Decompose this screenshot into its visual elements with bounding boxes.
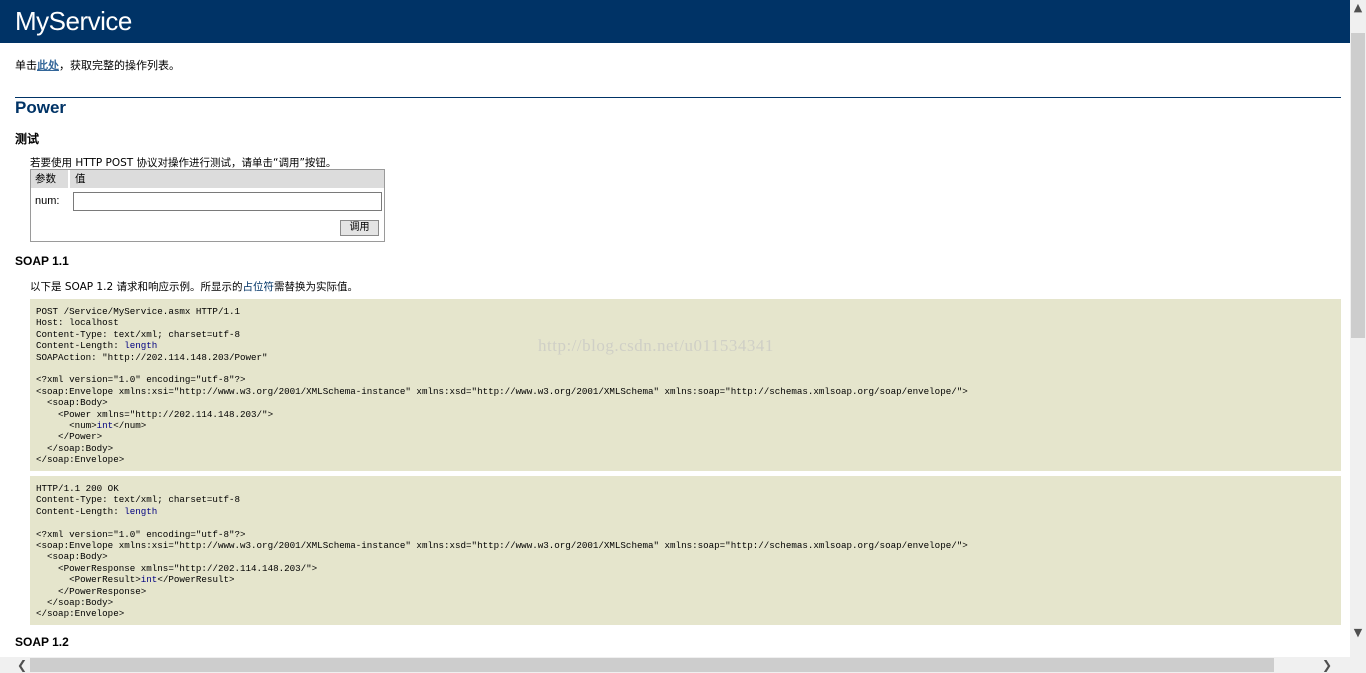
code-line: <soap:Envelope xmlns:xsi="http://www.w3.… bbox=[36, 540, 968, 552]
section-divider bbox=[15, 97, 1341, 98]
code-line: Content-Type: text/xml; charset=utf-8 bbox=[36, 328, 240, 340]
code-line: <?xml version="1.0" encoding="utf-8"?> bbox=[36, 528, 246, 540]
watermark-text: http://blog.csdn.net/u011534341 bbox=[538, 336, 774, 355]
soap11-desc-prefix: 以下是 SOAP 1.2 请求和响应示例。所显示的 bbox=[30, 281, 243, 293]
soap11-heading: SOAP 1.1 bbox=[15, 254, 69, 268]
code-line: </soap:Envelope> bbox=[36, 454, 125, 466]
code-line: Content-Length: bbox=[36, 340, 125, 352]
code-line: Content-Length: bbox=[36, 505, 125, 517]
code-line: </soap:Body> bbox=[36, 442, 114, 454]
vertical-scroll-thumb[interactable] bbox=[1351, 33, 1365, 338]
parameter-form: 参数 值 num: 调用 bbox=[30, 169, 385, 242]
code-line: SOAPAction: "http://202.114.148.203/Powe… bbox=[36, 351, 268, 363]
code-line: <Power xmlns="http://202.114.148.203/"> bbox=[36, 408, 274, 420]
soap11-request-sample: POST /Service/MyService.asmx HTTP/1.1 Ho… bbox=[30, 299, 1341, 471]
code-line: <soap:Body> bbox=[36, 551, 108, 563]
code-line: </PowerResponse> bbox=[36, 585, 147, 597]
code-line: <PowerResponse xmlns="http://202.114.148… bbox=[36, 562, 318, 574]
num-label: num: bbox=[35, 195, 60, 207]
placeholder-value: int bbox=[140, 574, 158, 586]
placeholder-value: int bbox=[96, 420, 114, 432]
operations-intro: 单击此处，获取完整的操作列表。 bbox=[15, 57, 180, 73]
num-input[interactable] bbox=[73, 192, 382, 211]
code-line: <?xml version="1.0" encoding="utf-8"?> bbox=[36, 374, 246, 386]
placeholder-value: length bbox=[124, 505, 158, 517]
soap11-desc-suffix: 需替换为实际值。 bbox=[273, 281, 358, 293]
placeholder-term: 占位符 bbox=[242, 281, 274, 293]
scroll-left-icon[interactable]: ❮ bbox=[14, 657, 30, 673]
operation-title: Power bbox=[15, 98, 67, 117]
page-viewport: MyService 单击此处，获取完整的操作列表。 Power 测试 若要使用 … bbox=[0, 0, 1350, 657]
code-fragment: </PowerResult> bbox=[157, 574, 235, 586]
code-line: </Power> bbox=[36, 431, 103, 443]
horizontal-scroll-thumb[interactable] bbox=[30, 658, 1274, 672]
intro-prefix: 单击 bbox=[15, 59, 37, 72]
column-separator bbox=[68, 170, 70, 188]
vertical-scrollbar[interactable]: ▲ ▼ bbox=[1350, 0, 1366, 657]
invoke-button[interactable]: 调用 bbox=[340, 220, 379, 236]
scroll-up-icon[interactable]: ▲ bbox=[1350, 0, 1366, 16]
code-line: </soap:Body> bbox=[36, 597, 114, 609]
service-title: MyService bbox=[0, 0, 1350, 43]
code-line: <PowerResult> bbox=[36, 574, 141, 586]
operations-list-link[interactable]: 此处 bbox=[37, 59, 59, 72]
scroll-down-icon[interactable]: ▼ bbox=[1350, 625, 1366, 641]
soap11-response-sample: HTTP/1.1 200 OK Content-Type: text/xml; … bbox=[30, 476, 1341, 625]
code-line: <soap:Body> bbox=[36, 397, 108, 409]
code-line: Content-Type: text/xml; charset=utf-8 bbox=[36, 494, 240, 506]
scroll-right-icon[interactable]: ❯ bbox=[1319, 657, 1335, 673]
soap12-heading: SOAP 1.2 bbox=[15, 635, 69, 649]
placeholder-value: length bbox=[124, 340, 158, 352]
test-heading: 测试 bbox=[15, 132, 40, 146]
code-line: HTTP/1.1 200 OK bbox=[36, 483, 119, 494]
column-header-parameter: 参数 bbox=[35, 173, 56, 185]
code-line: POST /Service/MyService.asmx HTTP/1.1 bbox=[36, 306, 240, 317]
code-line: </soap:Envelope> bbox=[36, 608, 125, 620]
soap11-description: 以下是 SOAP 1.2 请求和响应示例。所显示的占位符需替换为实际值。 bbox=[30, 279, 358, 294]
code-fragment: </num> bbox=[113, 420, 147, 432]
code-line: <soap:Envelope xmlns:xsi="http://www.w3.… bbox=[36, 385, 968, 397]
horizontal-scrollbar[interactable]: ❮ ❯ bbox=[0, 657, 1350, 673]
test-description: 若要使用 HTTP POST 协议对操作进行测试，请单击“调用”按钮。 bbox=[30, 157, 337, 169]
scrollbar-corner bbox=[1350, 657, 1366, 673]
code-line: <num> bbox=[36, 420, 97, 432]
code-line: Host: localhost bbox=[36, 317, 119, 329]
parameter-table-header: 参数 值 bbox=[31, 170, 384, 188]
column-header-value: 值 bbox=[75, 173, 86, 185]
intro-suffix: ，获取完整的操作列表。 bbox=[59, 59, 180, 72]
